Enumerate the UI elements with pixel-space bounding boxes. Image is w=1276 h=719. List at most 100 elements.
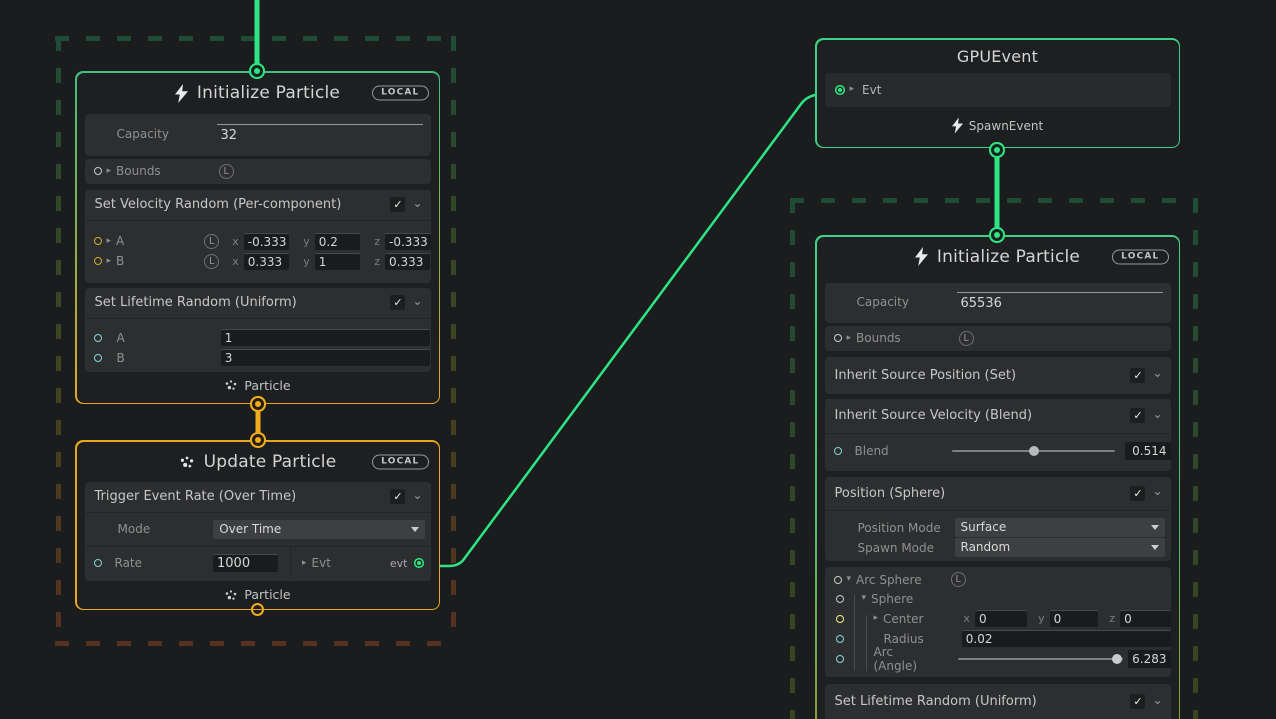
block-inherit-source-velocity[interactable]: Inherit Source Velocity (Blend) Blend 0.… [825,399,1171,471]
node-header[interactable]: GPUEvent [817,40,1179,73]
collapse-chevron-icon[interactable] [1152,698,1162,706]
local-space-badge[interactable]: L [204,254,219,269]
mode-value: Over Time [219,522,281,536]
port-init-left-out[interactable] [255,401,261,407]
collapse-arrow-icon[interactable]: ▾ [847,575,852,584]
collapse-chevron-icon[interactable] [1152,489,1162,497]
local-space-badge[interactable]: L [951,572,966,587]
port-b[interactable] [94,257,102,265]
collapse-arrow-icon[interactable]: ▾ [862,594,867,603]
blend-slider[interactable] [952,446,1115,456]
port-update-out[interactable] [251,603,264,616]
edge-evt-to-gpuevent[interactable] [430,93,836,566]
arc-angle-port[interactable] [836,655,844,663]
bounds-port[interactable] [94,167,102,175]
expand-arrow-icon[interactable]: ▸ [874,614,879,623]
node-header[interactable]: Initialize Particle LOCAL [817,237,1179,277]
local-badge: LOCAL [372,86,428,101]
expand-arrow-icon[interactable]: ▸ [847,334,852,343]
collapse-chevron-icon[interactable] [412,201,422,209]
rate-port[interactable] [94,559,102,567]
block-inherit-source-position[interactable]: Inherit Source Position (Set) [825,357,1171,394]
center-z-field[interactable]: 0 [1120,610,1170,627]
blend-value-field[interactable]: 0.514 [1125,442,1171,460]
expand-arrow-icon[interactable]: ▸ [107,257,112,266]
position-mode-dropdown[interactable]: Surface [955,518,1165,537]
radius-field[interactable]: 0.02 [962,630,1171,647]
block-enabled-checkbox[interactable] [390,489,405,504]
port-b[interactable] [94,354,102,362]
capacity-field[interactable]: 65536 [957,292,1163,316]
node-initialize-particle-left[interactable]: Initialize Particle LOCAL Capacity 32 ▸ … [75,71,440,404]
bounds-port[interactable] [834,334,842,342]
radius-port[interactable] [836,635,844,643]
block-title: Trigger Event Rate (Over Time) [95,489,391,504]
spawn-mode-dropdown[interactable]: Random [955,538,1165,557]
node-update-particle[interactable]: Update Particle LOCAL Trigger Event Rate… [75,440,440,610]
port-gpuevent-out[interactable] [994,147,1000,153]
port-init-right-in[interactable] [994,232,1000,238]
expand-arrow-icon[interactable]: ▸ [107,237,112,246]
value-field[interactable]: 1 [221,329,430,346]
axis-x-label: x [963,612,970,625]
rate-field[interactable]: 1000 [213,554,278,572]
vector-z-field[interactable]: 0.333 [385,253,430,270]
collapse-chevron-icon[interactable] [1152,371,1162,379]
block-set-lifetime-random[interactable]: Set Lifetime Random (Uniform) A 1 B [85,288,431,372]
center-y-field[interactable]: 0 [1050,610,1099,627]
vector-z-field[interactable]: -0.333 [385,233,430,250]
block-trigger-event-rate[interactable]: Trigger Event Rate (Over Time) Mode Over… [85,482,431,581]
block-arc-sphere[interactable]: ▾ Arc Sphere L ▾ Sphere ▸ Center x [825,567,1171,677]
local-space-badge[interactable]: L [219,164,234,179]
mode-dropdown[interactable]: Over Time [213,520,425,539]
bounds-label: Bounds [856,331,901,345]
port-a[interactable] [94,334,102,342]
node-header[interactable]: Update Particle LOCAL [77,442,439,482]
capacity-field[interactable]: 32 [217,124,423,148]
block-enabled-checkbox[interactable] [1130,408,1145,423]
port-a[interactable] [94,237,102,245]
expand-arrow-icon[interactable]: ▸ [302,559,307,568]
block-enabled-checkbox[interactable] [390,197,405,212]
arc-angle-value-field[interactable]: 6.283 [1128,650,1170,668]
arc-sphere-port[interactable] [834,576,842,584]
block-enabled-checkbox[interactable] [1130,486,1145,501]
local-space-badge[interactable]: L [959,331,974,346]
evt-input-port[interactable] [838,88,842,92]
dropdown-caret-icon [411,527,419,532]
block-enabled-checkbox[interactable] [1130,694,1145,709]
slider-handle[interactable] [1029,446,1039,456]
collapse-chevron-icon[interactable] [1152,412,1162,420]
row-label: A [117,331,125,345]
vector-x-field[interactable]: 0.333 [244,253,289,270]
block-set-velocity-random[interactable]: Set Velocity Random (Per-component) ▸ A … [85,190,431,283]
evt-output-port[interactable] [417,561,421,565]
vector-y-field[interactable]: 1 [315,253,360,270]
slider-handle[interactable] [1112,654,1122,664]
expand-arrow-icon[interactable]: ▸ [850,85,855,94]
sphere-port[interactable] [836,595,844,603]
collapse-chevron-icon[interactable] [412,493,422,501]
center-port[interactable] [836,615,844,623]
expand-arrow-icon[interactable]: ▸ [107,167,112,176]
block-position-sphere[interactable]: Position (Sphere) Position Mode Surface [825,477,1171,561]
vfx-graph-canvas[interactable]: Initialize Particle LOCAL Capacity 32 ▸ … [0,0,1276,719]
settings-block-capacity: Capacity 65536 [825,283,1171,323]
vector-y-field[interactable]: 0.2 [315,233,360,250]
spawn-mode-value: Random [961,540,1011,554]
block-enabled-checkbox[interactable] [390,295,405,310]
collapse-chevron-icon[interactable] [412,299,422,307]
node-initialize-particle-right[interactable]: Initialize Particle LOCAL Capacity 65536… [815,235,1180,719]
blend-port[interactable] [834,447,842,455]
center-x-field[interactable]: 0 [975,610,1027,627]
vector-x-field[interactable]: -0.333 [244,233,289,250]
port-init-left-in[interactable] [254,68,260,74]
block-enabled-checkbox[interactable] [1130,368,1145,383]
port-update-in[interactable] [255,437,261,443]
value-field[interactable]: 3 [221,349,430,366]
node-gpuevent[interactable]: GPUEvent ▸ Evt SpawnEvent [815,38,1180,148]
arc-angle-slider[interactable] [958,654,1123,664]
node-header[interactable]: Initialize Particle LOCAL [77,73,439,114]
block-set-lifetime-random[interactable]: Set Lifetime Random (Uniform) [825,684,1171,719]
local-space-badge[interactable]: L [204,234,219,249]
